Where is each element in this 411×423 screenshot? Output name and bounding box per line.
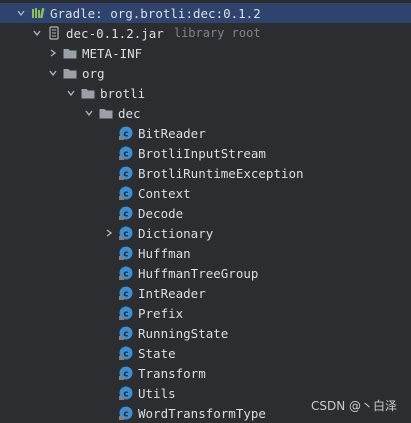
svg-text:c: c — [123, 270, 128, 280]
class-node-dictionary[interactable]: c Dictionary — [0, 223, 411, 243]
svg-text:c: c — [123, 190, 128, 200]
svg-text:c: c — [123, 230, 128, 240]
class-name: Decode — [138, 205, 184, 221]
svg-text:c: c — [123, 150, 128, 160]
package-folder-icon — [98, 105, 114, 121]
class-node-prefix[interactable]: c Prefix — [0, 303, 411, 323]
class-icon: c — [118, 165, 134, 181]
package-folder-icon — [80, 85, 96, 101]
class-name: BrotliInputStream — [138, 145, 266, 161]
tree-node-label: brotli — [100, 85, 146, 101]
svg-text:c: c — [123, 290, 128, 300]
class-icon: c — [118, 205, 134, 221]
class-icon: c — [118, 265, 134, 281]
watermark-text: CSDN @丶白泽 — [310, 399, 397, 413]
tree-node-jar[interactable]: dec-0.1.2.jar library root — [0, 23, 411, 43]
chevron-down-icon[interactable] — [48, 68, 58, 78]
class-icon: c — [118, 405, 134, 421]
tree-node-dec[interactable]: dec — [0, 103, 411, 123]
class-node-state[interactable]: c State — [0, 343, 411, 363]
class-name: Utils — [138, 385, 176, 401]
class-node-intreader[interactable]: c IntReader — [0, 283, 411, 303]
class-node-decode[interactable]: c Decode — [0, 203, 411, 223]
class-name: RunningState — [138, 325, 229, 341]
chevron-down-icon[interactable] — [66, 88, 76, 98]
tree-node-brotli[interactable]: brotli — [0, 83, 411, 103]
svg-text:c: c — [123, 370, 128, 380]
class-node-huffmantreegroup[interactable]: c HuffmanTreeGroup — [0, 263, 411, 283]
svg-text:c: c — [123, 210, 128, 220]
class-node-runningstate[interactable]: c RunningState — [0, 323, 411, 343]
tree-node-label: dec-0.1.2.jar — [66, 25, 164, 41]
class-name: BrotliRuntimeException — [138, 165, 304, 181]
class-name: Dictionary — [138, 225, 214, 241]
class-icon: c — [118, 125, 134, 141]
chevron-right-icon[interactable] — [104, 228, 114, 238]
library-root-hint: library root — [173, 26, 261, 40]
class-node-context[interactable]: c Context — [0, 183, 411, 203]
svg-text:c: c — [123, 330, 128, 340]
chevron-down-icon[interactable] — [16, 8, 26, 18]
svg-text:c: c — [123, 410, 128, 420]
tree-node-meta-inf[interactable]: META-INF — [0, 43, 411, 63]
chevron-down-icon[interactable] — [84, 108, 94, 118]
class-icon: c — [118, 325, 134, 341]
class-icon: c — [118, 245, 134, 261]
class-icon: c — [118, 185, 134, 201]
tree-node-gradle-library[interactable]: Gradle: org.brotli:dec:0.1.2 — [0, 3, 411, 23]
svg-text:c: c — [123, 130, 128, 140]
class-node-transform[interactable]: c Transform — [0, 363, 411, 383]
chevron-right-icon[interactable] — [48, 48, 58, 58]
tree-node-org[interactable]: org — [0, 63, 411, 83]
class-icon: c — [118, 285, 134, 301]
class-name: IntReader — [138, 285, 206, 301]
class-name: WordTransformType — [138, 405, 266, 421]
svg-text:c: c — [123, 350, 128, 360]
class-name: HuffmanTreeGroup — [138, 265, 259, 281]
tree-node-label: Gradle: org.brotli:dec:0.1.2 — [50, 5, 261, 21]
class-node-brotliruntimeexception[interactable]: c BrotliRuntimeException — [0, 163, 411, 183]
folder-icon — [62, 45, 78, 61]
class-icon: c — [118, 305, 134, 321]
svg-text:c: c — [123, 250, 128, 260]
class-icon: c — [118, 365, 134, 381]
tree-node-label: org — [82, 65, 105, 81]
svg-text:c: c — [123, 390, 128, 400]
class-name: Huffman — [138, 245, 191, 261]
svg-text:c: c — [123, 310, 128, 320]
gradle-library-icon — [30, 5, 46, 21]
chevron-down-icon[interactable] — [32, 28, 42, 38]
tree-node-label: META-INF — [82, 45, 143, 61]
class-node-huffman[interactable]: c Huffman — [0, 243, 411, 263]
svg-text:c: c — [123, 170, 128, 180]
class-name: Transform — [138, 365, 206, 381]
class-name: State — [138, 345, 176, 361]
package-folder-icon — [62, 65, 78, 81]
class-icon: c — [118, 145, 134, 161]
class-name: Context — [138, 185, 191, 201]
class-icon: c — [118, 385, 134, 401]
jar-icon — [46, 25, 62, 41]
tree-node-label: dec — [118, 105, 141, 121]
class-node-brotliinputstream[interactable]: c BrotliInputStream — [0, 143, 411, 163]
class-name: BitReader — [138, 125, 206, 141]
class-name: Prefix — [138, 305, 184, 321]
class-icon: c — [118, 345, 134, 361]
class-node-bitreader[interactable]: c BitReader — [0, 123, 411, 143]
class-icon: c — [118, 225, 134, 241]
